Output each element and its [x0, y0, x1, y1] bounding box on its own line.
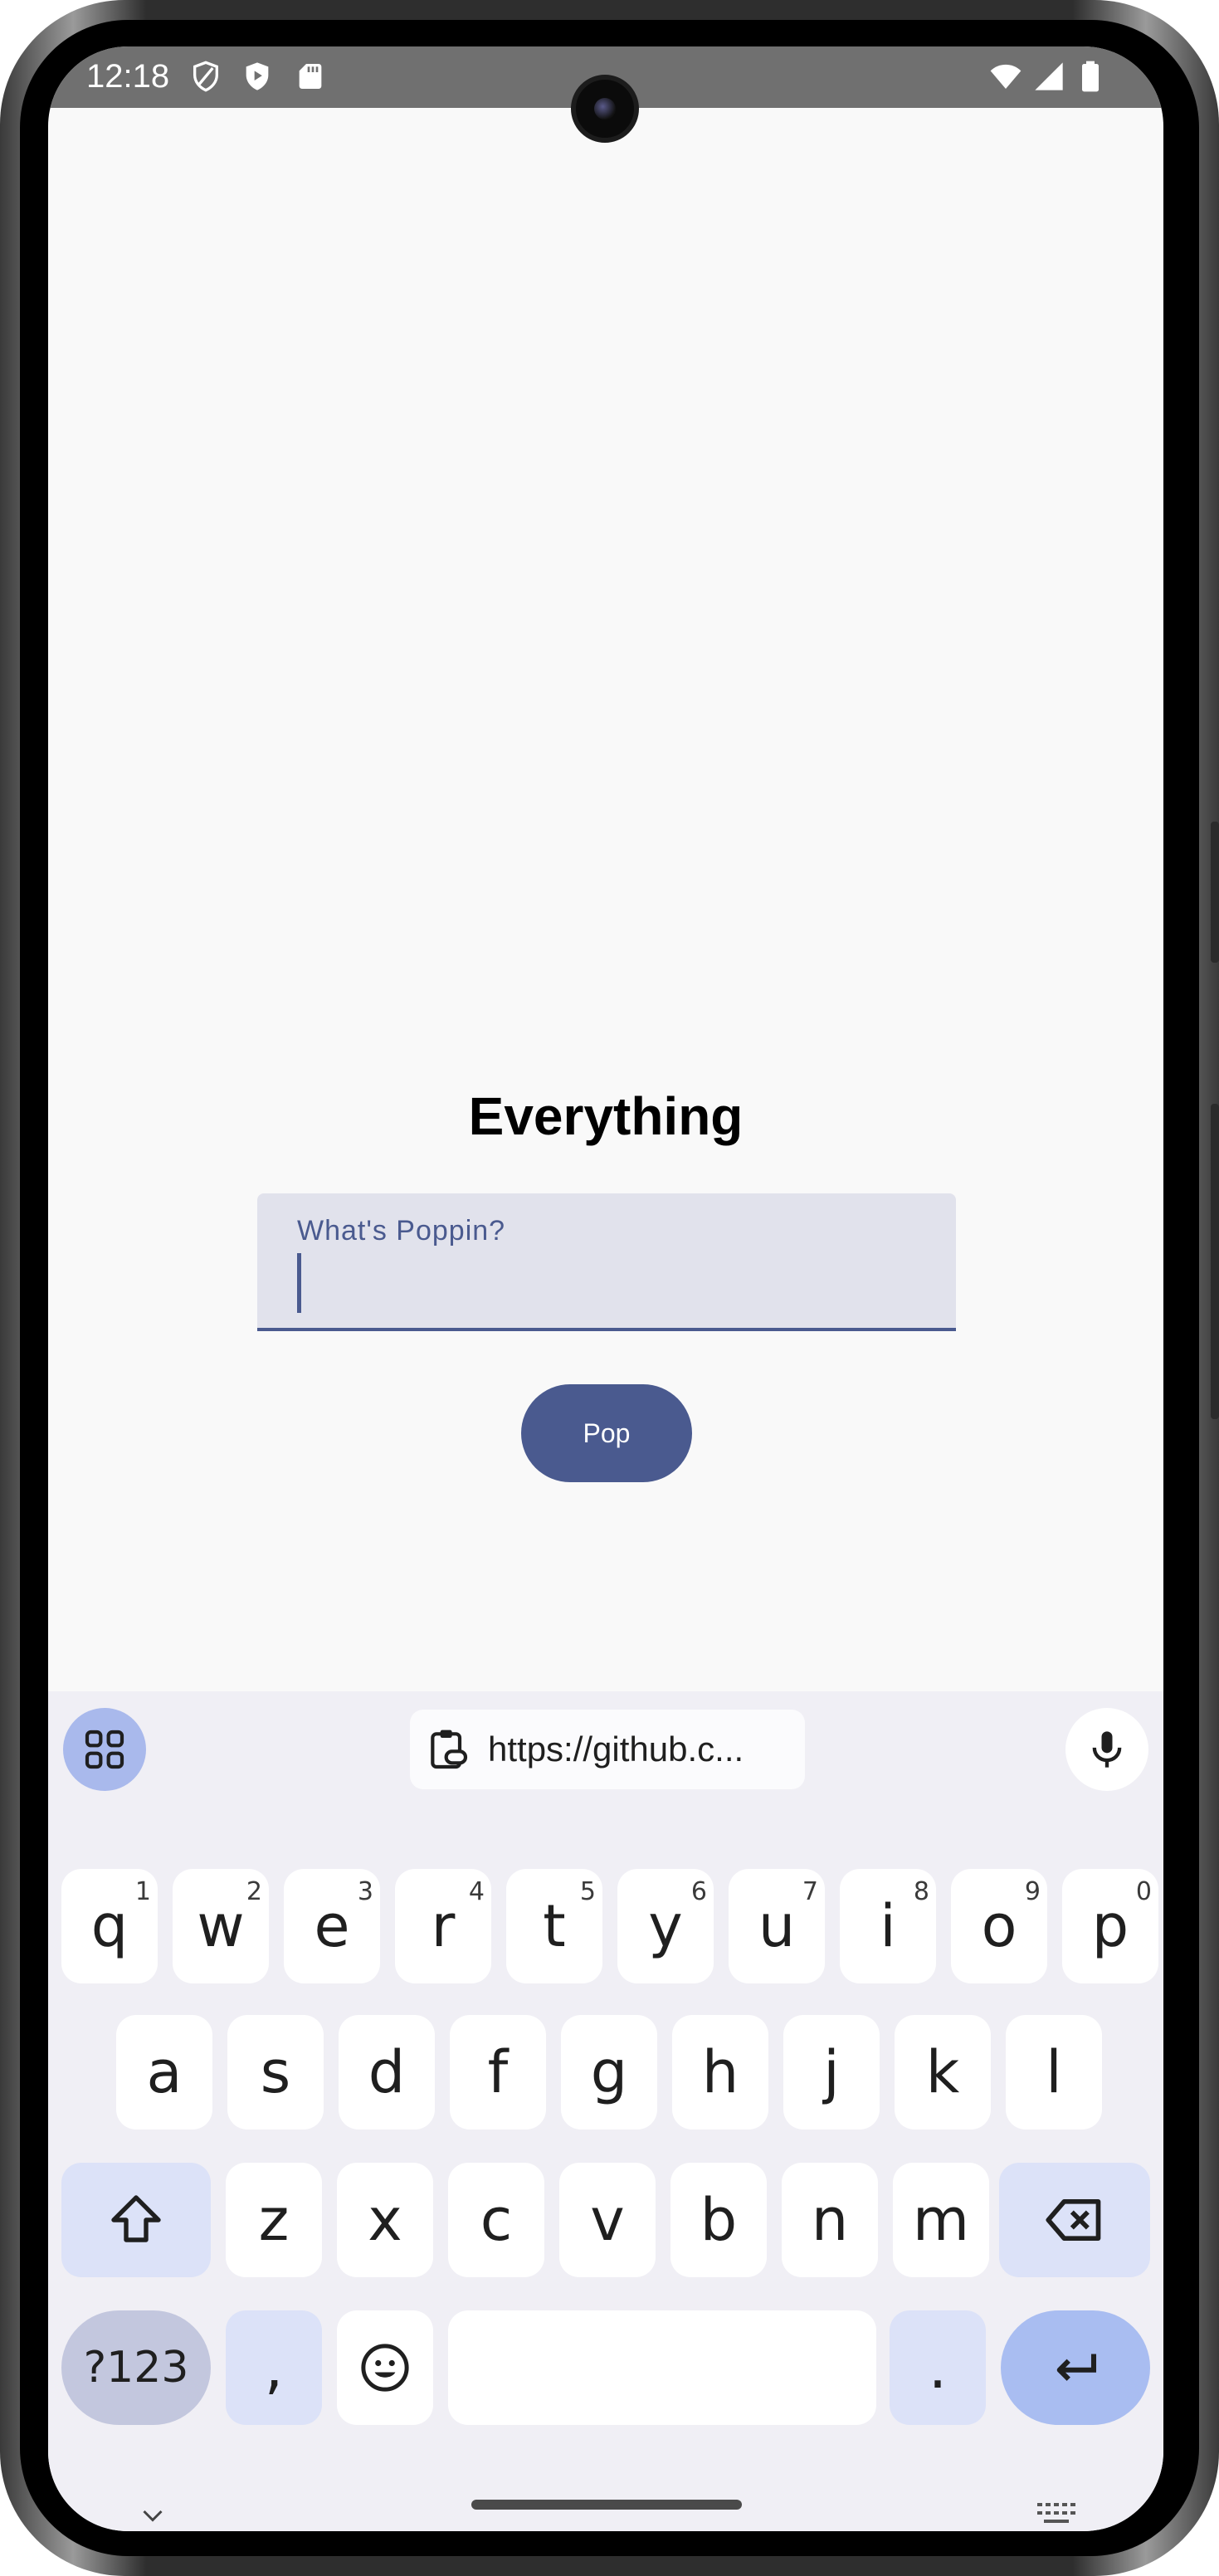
- soft-keyboard: https://github.c... q1w2e3r4t5y6u7i8o9p0…: [48, 1691, 1163, 2531]
- input-label: What's Poppin?: [297, 1215, 506, 1247]
- key-label: e: [314, 1892, 350, 1960]
- whats-poppin-input[interactable]: What's Poppin?: [257, 1193, 956, 1331]
- key-g[interactable]: g: [561, 2015, 657, 2130]
- key-y[interactable]: y6: [617, 1869, 714, 1983]
- key-m[interactable]: m: [893, 2163, 989, 2277]
- key-d[interactable]: d: [339, 2015, 435, 2130]
- key-z[interactable]: z: [226, 2163, 322, 2277]
- key-a[interactable]: a: [116, 2015, 212, 2130]
- status-bar: 12:18: [48, 46, 1163, 143]
- screen: 12:18 Everything What's Poppin? Pop http…: [48, 46, 1163, 2531]
- key-k[interactable]: k: [895, 2015, 991, 2130]
- shift-icon: [111, 2195, 161, 2242]
- key-h[interactable]: h: [672, 2015, 768, 2130]
- microphone-icon: [1092, 1731, 1122, 1768]
- page-title: Everything: [468, 1086, 744, 1146]
- key-hint: 9: [1024, 1877, 1041, 1906]
- key-hint: 4: [468, 1877, 485, 1906]
- key-x[interactable]: x: [337, 2163, 433, 2277]
- key-hint: 3: [357, 1877, 373, 1906]
- wifi-icon: [990, 64, 1022, 89]
- backspace-key[interactable]: [999, 2163, 1150, 2277]
- key-i[interactable]: i8: [840, 1869, 936, 1983]
- shift-key[interactable]: [61, 2163, 211, 2277]
- key-label: r: [431, 1892, 456, 1960]
- key-l[interactable]: l: [1006, 2015, 1102, 2130]
- clipboard-link-icon: [431, 1730, 468, 1769]
- key-t[interactable]: t5: [506, 1869, 602, 1983]
- key-label: q: [90, 1892, 129, 1960]
- keyboard-apps-button[interactable]: [63, 1708, 146, 1791]
- key-u[interactable]: u7: [729, 1869, 825, 1983]
- sd-card-icon: [299, 64, 322, 89]
- clipboard-text: https://github.c...: [488, 1730, 744, 1769]
- comma-key[interactable]: ,: [226, 2310, 322, 2425]
- key-hint: 7: [802, 1877, 818, 1906]
- signal-icon: [1035, 62, 1063, 90]
- key-label: y: [648, 1892, 683, 1960]
- enter-key[interactable]: [1001, 2310, 1150, 2425]
- symbols-key[interactable]: ?123: [61, 2310, 211, 2425]
- status-time: 12:18: [86, 58, 170, 95]
- key-hint: 1: [134, 1877, 151, 1906]
- pop-button[interactable]: Pop: [521, 1384, 692, 1482]
- clipboard-suggestion-chip[interactable]: https://github.c...: [410, 1710, 805, 1789]
- key-label: w: [197, 1892, 245, 1960]
- key-n[interactable]: n: [782, 2163, 878, 2277]
- front-camera: [571, 75, 639, 143]
- period-key[interactable]: .: [890, 2310, 986, 2425]
- key-hint: 8: [913, 1877, 929, 1906]
- play-shield-icon: [246, 62, 269, 90]
- key-r[interactable]: r4: [395, 1869, 491, 1983]
- key-o[interactable]: o9: [951, 1869, 1047, 1983]
- key-hint: 6: [690, 1877, 707, 1906]
- key-b[interactable]: b: [670, 2163, 767, 2277]
- key-label: o: [981, 1892, 1017, 1960]
- enter-icon: [1056, 2354, 1097, 2381]
- key-hint: 2: [246, 1877, 262, 1906]
- emoji-key[interactable]: [337, 2310, 433, 2425]
- key-hint: 5: [579, 1877, 596, 1906]
- key-label: u: [758, 1892, 796, 1960]
- home-indicator[interactable]: [471, 2500, 742, 2510]
- key-p[interactable]: p0: [1062, 1869, 1158, 1983]
- key-hint: 0: [1135, 1877, 1152, 1906]
- shield-outline-icon: [193, 61, 218, 92]
- key-w[interactable]: w2: [173, 1869, 269, 1983]
- key-c[interactable]: c: [448, 2163, 544, 2277]
- voice-input-button[interactable]: [1065, 1708, 1148, 1791]
- space-key[interactable]: [448, 2310, 876, 2425]
- key-label: t: [543, 1892, 566, 1960]
- key-label: i: [880, 1892, 896, 1960]
- keyboard-toolbar: https://github.c...: [48, 1691, 1163, 1791]
- backspace-icon: [1046, 2198, 1101, 2242]
- key-v[interactable]: v: [559, 2163, 656, 2277]
- power-button: [1211, 822, 1219, 963]
- key-f[interactable]: f: [450, 2015, 546, 2130]
- keyboard-switch-icon[interactable]: [1036, 2500, 1079, 2531]
- key-q[interactable]: q1: [61, 1869, 158, 1983]
- key-s[interactable]: s: [227, 2015, 324, 2130]
- text-cursor: [297, 1253, 301, 1313]
- hide-keyboard-chevron-icon[interactable]: [138, 2501, 168, 2531]
- grid-icon: [85, 1730, 124, 1769]
- key-j[interactable]: j: [783, 2015, 880, 2130]
- key-e[interactable]: e3: [284, 1869, 380, 1983]
- battery-icon: [1082, 61, 1099, 92]
- volume-button: [1211, 1104, 1219, 1419]
- key-label: p: [1091, 1892, 1129, 1960]
- emoji-icon: [361, 2344, 409, 2392]
